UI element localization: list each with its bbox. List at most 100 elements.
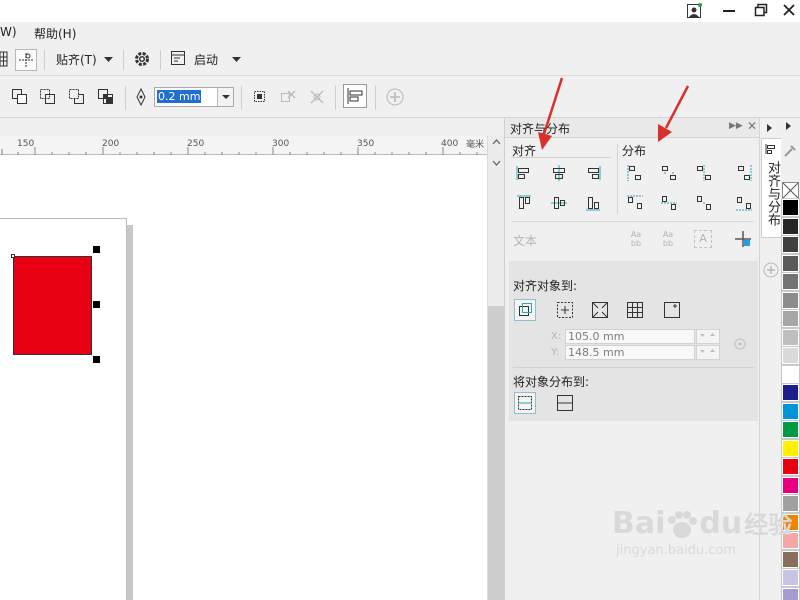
text-bbox-icon[interactable]: A [694, 230, 712, 248]
selection-handle[interactable] [93, 301, 100, 308]
menu-help[interactable]: 帮助(H) [34, 25, 76, 42]
align-center-v-icon[interactable] [550, 194, 568, 212]
align-left-icon[interactable] [515, 164, 533, 182]
grid-icon[interactable] [0, 50, 8, 68]
pen-icon[interactable] [134, 88, 152, 106]
x-label: X: [551, 331, 562, 342]
red-rectangle[interactable] [13, 256, 92, 355]
distribute-page-icon[interactable] [556, 394, 574, 412]
annotation-arrow [658, 85, 690, 142]
color-swatch[interactable] [781, 383, 800, 402]
collapse-icon[interactable]: ▶▶ [729, 121, 743, 131]
color-swatch[interactable] [781, 475, 800, 495]
chevron-down-icon[interactable] [104, 57, 113, 63]
vertical-scrollbar[interactable] [487, 136, 504, 600]
chevron-down-icon[interactable] [492, 158, 501, 167]
drawing-canvas[interactable] [0, 155, 487, 600]
add-docker-icon[interactable] [763, 262, 779, 278]
simplify-icon[interactable] [251, 88, 269, 106]
color-swatch[interactable] [781, 364, 800, 384]
chevron-right-icon[interactable] [767, 124, 773, 132]
color-swatch[interactable] [781, 309, 800, 328]
chevron-up-icon[interactable] [492, 138, 501, 147]
distribute-top-icon[interactable] [626, 194, 644, 212]
launch-icon[interactable] [170, 50, 188, 68]
distribute-center-h-icon[interactable] [660, 164, 678, 182]
restore-icon[interactable] [754, 3, 768, 17]
add-icon[interactable] [386, 88, 404, 106]
minimize-icon[interactable] [723, 10, 735, 12]
text-icon-label: bb [662, 239, 674, 248]
align-top-icon[interactable] [515, 194, 533, 212]
align-center-h-icon[interactable] [550, 164, 568, 182]
target-icon[interactable] [733, 337, 747, 351]
tab-align-distribute[interactable]: 对齐与分布 [761, 138, 781, 238]
color-swatch[interactable] [781, 235, 800, 254]
distribute-bottom-icon[interactable] [735, 194, 753, 212]
distribute-left-icon[interactable] [626, 164, 644, 182]
distribute-right-icon[interactable] [735, 164, 753, 182]
launch-button[interactable]: 启动 [194, 51, 218, 68]
color-swatch[interactable] [781, 290, 800, 310]
color-swatch[interactable] [781, 401, 800, 421]
snap-to-button[interactable]: 贴齐(T) [56, 51, 97, 68]
selection-handle[interactable] [93, 246, 100, 253]
color-swatch[interactable] [781, 216, 800, 236]
distribute-to-heading: 将对象分布到: [513, 375, 590, 389]
color-swatch[interactable] [781, 272, 800, 291]
text-align-top-icon[interactable]: Aa bb [629, 230, 643, 248]
active-objects-icon[interactable] [514, 299, 536, 321]
page-center-icon[interactable] [591, 301, 609, 319]
color-swatch[interactable] [781, 420, 800, 439]
weld-icon[interactable] [39, 88, 57, 106]
watermark-url: jingyan.baidu.com [616, 543, 736, 558]
outline-width-field[interactable]: 0.2 mm [154, 87, 234, 107]
menu-window[interactable]: W) [0, 25, 17, 39]
distribute-selection-icon[interactable] [514, 392, 536, 414]
grid-align-icon[interactable] [626, 301, 644, 319]
y-coordinate-field[interactable]: 148.5 mm [565, 345, 695, 360]
gear-icon[interactable] [133, 50, 151, 68]
page-edge-icon[interactable] [556, 301, 574, 319]
color-swatch[interactable] [781, 253, 800, 273]
color-swatch[interactable] [781, 327, 800, 347]
no-color-swatch[interactable] [782, 182, 799, 199]
color-swatch[interactable] [781, 346, 800, 365]
specified-point-icon[interactable] [663, 301, 681, 319]
selection-node[interactable] [11, 254, 15, 258]
guidelines-icon[interactable] [15, 49, 37, 71]
align-right-icon[interactable] [584, 164, 602, 182]
chevron-right-icon[interactable] [786, 122, 792, 130]
image-icon[interactable] [686, 3, 702, 19]
trim-icon[interactable] [68, 88, 86, 106]
x-spinner[interactable] [696, 329, 720, 344]
scrollbar-thumb[interactable] [488, 306, 504, 600]
text-outline-icon[interactable] [734, 230, 752, 248]
annotation-arrow [538, 77, 564, 150]
chevron-down-icon[interactable] [217, 88, 233, 106]
align-distribute-icon[interactable] [343, 84, 367, 108]
distribute-spacing-h-icon[interactable] [695, 164, 713, 182]
ruler-tick-label: 150 [17, 139, 35, 149]
distribute-center-v-icon[interactable] [660, 194, 678, 212]
front-minus-back-icon[interactable] [279, 88, 297, 106]
intersect-icon[interactable] [97, 88, 115, 106]
align-bottom-icon[interactable] [584, 194, 602, 212]
eyedropper-icon[interactable] [783, 144, 797, 158]
color-swatch[interactable] [781, 586, 800, 600]
distribute-spacing-v-icon[interactable] [695, 194, 713, 212]
back-minus-front-icon[interactable] [308, 88, 326, 106]
color-swatch[interactable] [781, 198, 800, 217]
docker-close-icon[interactable]: ✕ [747, 119, 757, 133]
color-swatch[interactable] [781, 438, 800, 458]
y-spinner[interactable] [696, 345, 720, 360]
color-swatch[interactable] [781, 457, 800, 476]
close-icon[interactable] [782, 3, 796, 17]
x-coordinate-field[interactable]: 105.0 mm [565, 329, 695, 344]
text-align-baseline-icon[interactable]: Aa bb [661, 230, 675, 248]
baidu-watermark: Bai du经验 jingyan.baidu.com [612, 508, 792, 559]
selection-handle[interactable] [93, 356, 100, 363]
combine-icon[interactable] [11, 88, 29, 106]
color-swatch[interactable] [781, 568, 800, 587]
chevron-down-icon[interactable] [232, 57, 241, 63]
